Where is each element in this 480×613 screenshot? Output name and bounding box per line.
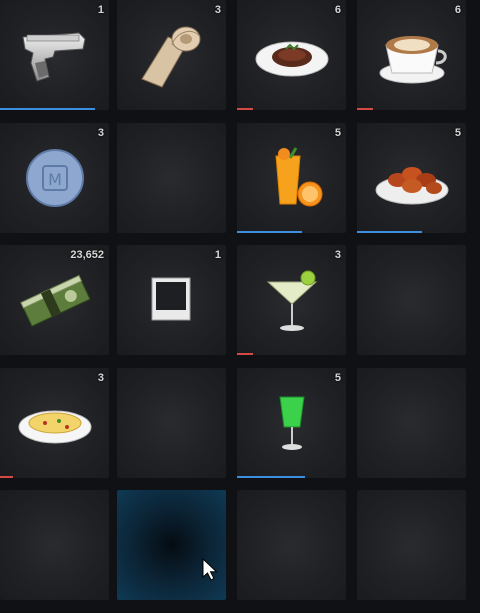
inventory-slot-margarita-cocktail[interactable]: 3 [237, 245, 346, 355]
item-count: 5 [454, 127, 461, 139]
inventory-slot-omelette-plate[interactable]: 3 [0, 368, 109, 478]
item-count: 3 [97, 372, 104, 384]
orange-juice-icon [252, 138, 332, 218]
inventory-slot-empty[interactable] [357, 368, 466, 478]
item-durability-bar [237, 108, 254, 110]
margarita-cocktail-icon [252, 260, 332, 340]
omelette-plate-icon [15, 383, 95, 463]
item-count: 3 [334, 249, 341, 261]
item-durability-bar [357, 108, 374, 110]
item-durability-bar [237, 476, 305, 478]
item-durability-bar [237, 231, 303, 233]
cash-stack-icon [15, 260, 95, 340]
item-count: 6 [334, 4, 341, 16]
inventory-slot-empty[interactable] [0, 490, 109, 600]
item-durability-bar [0, 108, 95, 110]
inventory-slot-empty[interactable] [117, 368, 226, 478]
inventory-slot-cash-stack[interactable]: 23,652 [0, 245, 109, 355]
arrow-cursor-icon [202, 558, 218, 581]
steak-plate-icon [252, 15, 332, 95]
item-count: 5 [334, 127, 341, 139]
inventory-slot-steak-plate[interactable]: 6 [237, 0, 346, 110]
bandage-roll-icon [132, 15, 212, 95]
chicken-wings-icon [372, 138, 452, 218]
inventory-slot-orange-juice[interactable]: 5 [237, 123, 346, 233]
item-count: 1 [97, 4, 104, 16]
inventory-slot-empty[interactable] [117, 490, 226, 600]
inventory-slot-empty[interactable] [357, 245, 466, 355]
inventory-slot-empty[interactable] [237, 490, 346, 600]
polaroid-photo-icon [132, 260, 212, 340]
svg-text:M: M [48, 170, 62, 189]
item-count: 3 [214, 4, 221, 16]
inventory-slot-empty[interactable] [117, 123, 226, 233]
item-durability-bar [237, 353, 254, 355]
m-pill-icon: M [15, 138, 95, 218]
item-count: 6 [454, 4, 461, 16]
item-count: 5 [334, 372, 341, 384]
green-cocktail-icon [252, 383, 332, 463]
item-count: 3 [97, 127, 104, 139]
cappuccino-cup-icon [372, 15, 452, 95]
item-durability-bar [357, 231, 423, 233]
item-count: 23,652 [70, 249, 104, 261]
inventory-slot-desert-eagle-pistol[interactable]: 1 [0, 0, 109, 110]
inventory-grid: 1 3 6 6 M3 5 5 23,652 1 3 3 5 [0, 0, 480, 613]
inventory-slot-empty[interactable] [357, 490, 466, 600]
desert-eagle-pistol-icon [15, 15, 95, 95]
inventory-slot-green-cocktail[interactable]: 5 [237, 368, 346, 478]
inventory-slot-cappuccino-cup[interactable]: 6 [357, 0, 466, 110]
inventory-slot-m-pill[interactable]: M3 [0, 123, 109, 233]
inventory-slot-polaroid-photo[interactable]: 1 [117, 245, 226, 355]
inventory-slot-chicken-wings[interactable]: 5 [357, 123, 466, 233]
item-count: 1 [214, 249, 221, 261]
inventory-slot-bandage-roll[interactable]: 3 [117, 0, 226, 110]
item-durability-bar [0, 476, 14, 478]
